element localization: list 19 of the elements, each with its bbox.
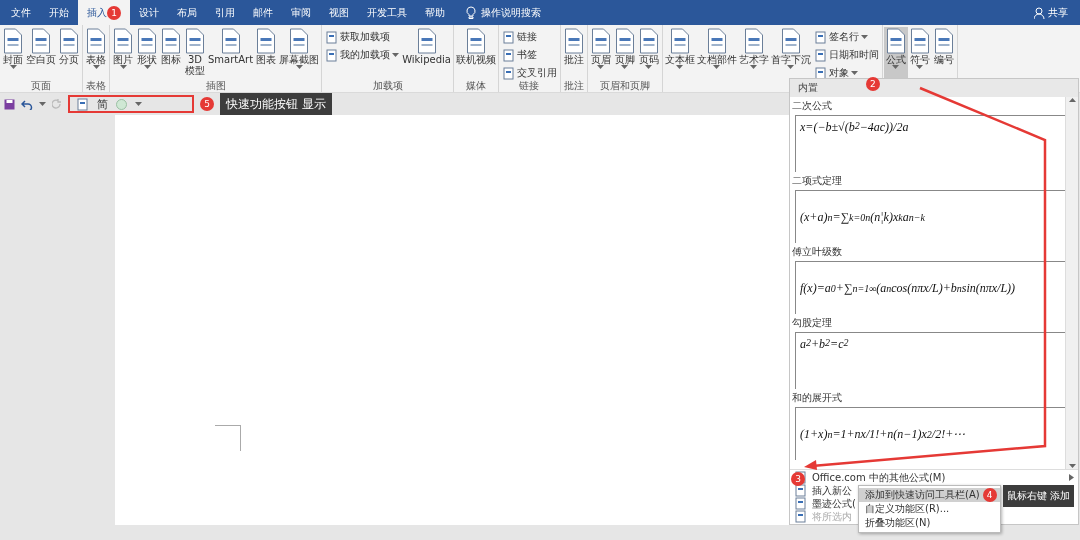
group-label: 页面 [30,79,52,92]
group-label: 媒体 [464,79,487,92]
equation-title: 和的展开式 [791,391,843,405]
equation-title: 傅立叶级数 [791,245,843,259]
group-label: 加载项 [371,79,404,92]
group-label: 插图 [204,79,227,92]
group-label: 表格 [85,79,107,92]
step-badge: 5 [200,97,214,111]
callout-label: 快速功能按钮 显示 [220,92,332,116]
equation-title: 二项式定理 [791,174,843,188]
equation-title: 勾股定理 [791,316,833,330]
step-badge: 4 [982,488,997,502]
equation-title: 二次公式 [791,99,833,113]
step-badge: 3 [791,472,805,486]
group-label: 批注 [562,79,585,92]
step-badge: 1 [107,5,121,20]
callout-label: 鼠标右键 添加 [1002,485,1074,507]
group-label: 页眉和页脚 [598,79,651,92]
group-label: 链接 [518,79,541,92]
